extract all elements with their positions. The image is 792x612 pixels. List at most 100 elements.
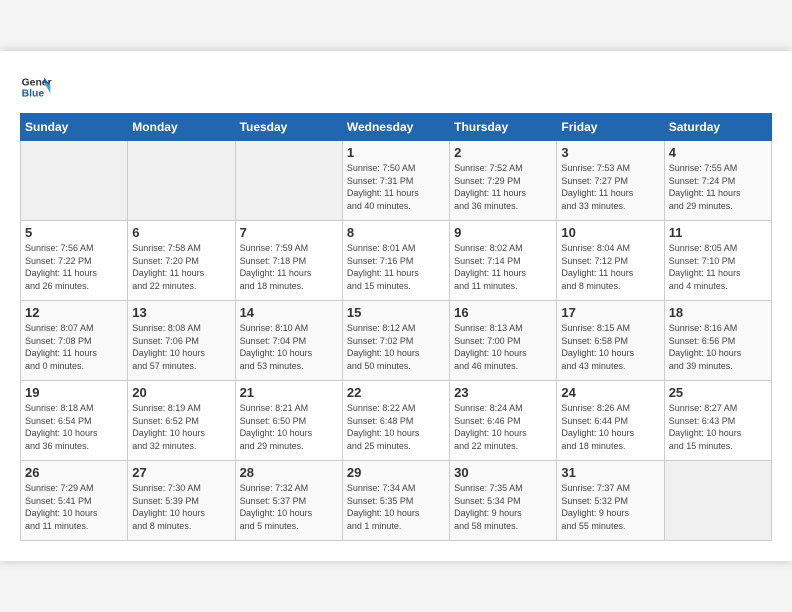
day-number: 10 [561, 225, 659, 240]
day-cell [235, 141, 342, 221]
day-number: 17 [561, 305, 659, 320]
day-number: 12 [25, 305, 123, 320]
day-cell: 12 Sunrise: 8:07 AM Sunset: 7:08 PM Dayli… [21, 301, 128, 381]
day-cell: 22 Sunrise: 8:22 AM Sunset: 6:48 PM Dayli… [342, 381, 449, 461]
day-cell: 20 Sunrise: 8:19 AM Sunset: 6:52 PM Dayli… [128, 381, 235, 461]
day-info: Sunrise: 8:16 AM Sunset: 6:56 PM Dayligh… [669, 322, 767, 372]
day-cell: 8 Sunrise: 8:01 AM Sunset: 7:16 PM Daylig… [342, 221, 449, 301]
day-cell: 5 Sunrise: 7:56 AM Sunset: 7:22 PM Daylig… [21, 221, 128, 301]
weekday-header-thursday: Thursday [450, 114, 557, 141]
day-number: 1 [347, 145, 445, 160]
day-cell: 28 Sunrise: 7:32 AM Sunset: 5:37 PM Dayli… [235, 461, 342, 541]
day-number: 29 [347, 465, 445, 480]
day-info: Sunrise: 8:01 AM Sunset: 7:16 PM Dayligh… [347, 242, 445, 292]
day-number: 13 [132, 305, 230, 320]
day-cell: 18Sunrise: 8:16 AM Sunset: 6:56 PM Dayli… [664, 301, 771, 381]
day-number: 21 [240, 385, 338, 400]
day-info: Sunrise: 7:32 AM Sunset: 5:37 PM Dayligh… [240, 482, 338, 532]
day-number: 25 [669, 385, 767, 400]
calendar-container: General Blue SundayMondayTuesdayWednesda… [0, 51, 792, 561]
day-info: Sunrise: 7:56 AM Sunset: 7:22 PM Dayligh… [25, 242, 123, 292]
day-number: 4 [669, 145, 767, 160]
weekday-header-row: SundayMondayTuesdayWednesdayThursdayFrid… [21, 114, 772, 141]
day-info: Sunrise: 7:34 AM Sunset: 5:35 PM Dayligh… [347, 482, 445, 532]
logo-icon: General Blue [20, 71, 52, 103]
day-info: Sunrise: 8:02 AM Sunset: 7:14 PM Dayligh… [454, 242, 552, 292]
week-row-3: 12 Sunrise: 8:07 AM Sunset: 7:08 PM Dayli… [21, 301, 772, 381]
day-info: Sunrise: 7:59 AM Sunset: 7:18 PM Dayligh… [240, 242, 338, 292]
day-cell: 6Sunrise: 7:58 AM Sunset: 7:20 PM Daylig… [128, 221, 235, 301]
day-cell: 30Sunrise: 7:35 AM Sunset: 5:34 PM Dayli… [450, 461, 557, 541]
day-cell: 10 Sunrise: 8:04 AM Sunset: 7:12 PM Dayli… [557, 221, 664, 301]
weekday-header-saturday: Saturday [664, 114, 771, 141]
day-number: 9 [454, 225, 552, 240]
week-row-1: 1 Sunrise: 7:50 AM Sunset: 7:31 PM Daylig… [21, 141, 772, 221]
day-number: 14 [240, 305, 338, 320]
svg-text:Blue: Blue [22, 89, 45, 100]
day-cell: 1 Sunrise: 7:50 AM Sunset: 7:31 PM Daylig… [342, 141, 449, 221]
day-info: Sunrise: 8:13 AM Sunset: 7:00 PM Dayligh… [454, 322, 552, 372]
day-cell: 17 Sunrise: 8:15 AM Sunset: 6:58 PM Dayli… [557, 301, 664, 381]
day-info: Sunrise: 8:26 AM Sunset: 6:44 PM Dayligh… [561, 402, 659, 452]
day-info: Sunrise: 8:24 AM Sunset: 6:46 PM Dayligh… [454, 402, 552, 452]
day-cell: 3 Sunrise: 7:53 AM Sunset: 7:27 PM Daylig… [557, 141, 664, 221]
weekday-header-tuesday: Tuesday [235, 114, 342, 141]
day-info: Sunrise: 8:27 AM Sunset: 6:43 PM Dayligh… [669, 402, 767, 452]
day-info: Sunrise: 7:53 AM Sunset: 7:27 PM Dayligh… [561, 162, 659, 212]
day-info: Sunrise: 7:50 AM Sunset: 7:31 PM Dayligh… [347, 162, 445, 212]
day-info: Sunrise: 8:22 AM Sunset: 6:48 PM Dayligh… [347, 402, 445, 452]
calendar-table: SundayMondayTuesdayWednesdayThursdayFrid… [20, 113, 772, 541]
day-info: Sunrise: 8:07 AM Sunset: 7:08 PM Dayligh… [25, 322, 123, 372]
day-cell: 4 Sunrise: 7:55 AM Sunset: 7:24 PM Daylig… [664, 141, 771, 221]
calendar-header: General Blue [20, 71, 772, 103]
day-number: 28 [240, 465, 338, 480]
day-info: Sunrise: 8:21 AM Sunset: 6:50 PM Dayligh… [240, 402, 338, 452]
day-cell: 24 Sunrise: 8:26 AM Sunset: 6:44 PM Dayli… [557, 381, 664, 461]
day-cell: 14 Sunrise: 8:10 AM Sunset: 7:04 PM Dayli… [235, 301, 342, 381]
day-cell: 25 Sunrise: 8:27 AM Sunset: 6:43 PM Dayli… [664, 381, 771, 461]
day-cell [128, 141, 235, 221]
day-number: 27 [132, 465, 230, 480]
day-info: Sunrise: 8:05 AM Sunset: 7:10 PM Dayligh… [669, 242, 767, 292]
day-cell: 21 Sunrise: 8:21 AM Sunset: 6:50 PM Dayli… [235, 381, 342, 461]
day-number: 30 [454, 465, 552, 480]
day-info: Sunrise: 8:18 AM Sunset: 6:54 PM Dayligh… [25, 402, 123, 452]
day-number: 16 [454, 305, 552, 320]
day-info: Sunrise: 7:30 AM Sunset: 5:39 PM Dayligh… [132, 482, 230, 532]
day-number: 20 [132, 385, 230, 400]
day-info: Sunrise: 8:19 AM Sunset: 6:52 PM Dayligh… [132, 402, 230, 452]
day-cell: 13Sunrise: 8:08 AM Sunset: 7:06 PM Dayli… [128, 301, 235, 381]
day-cell: 15 Sunrise: 8:12 AM Sunset: 7:02 PM Dayli… [342, 301, 449, 381]
day-number: 15 [347, 305, 445, 320]
day-number: 8 [347, 225, 445, 240]
day-info: Sunrise: 8:04 AM Sunset: 7:12 PM Dayligh… [561, 242, 659, 292]
day-number: 11 [669, 225, 767, 240]
day-info: Sunrise: 7:29 AM Sunset: 5:41 PM Dayligh… [25, 482, 123, 532]
week-row-5: 26Sunrise: 7:29 AM Sunset: 5:41 PM Dayli… [21, 461, 772, 541]
day-number: 22 [347, 385, 445, 400]
day-cell: 31Sunrise: 7:37 AM Sunset: 5:32 PM Dayli… [557, 461, 664, 541]
day-info: Sunrise: 8:10 AM Sunset: 7:04 PM Dayligh… [240, 322, 338, 372]
weekday-header-wednesday: Wednesday [342, 114, 449, 141]
day-cell: 27 Sunrise: 7:30 AM Sunset: 5:39 PM Dayli… [128, 461, 235, 541]
week-row-2: 5 Sunrise: 7:56 AM Sunset: 7:22 PM Daylig… [21, 221, 772, 301]
day-cell: 19Sunrise: 8:18 AM Sunset: 6:54 PM Dayli… [21, 381, 128, 461]
day-cell: 2Sunrise: 7:52 AM Sunset: 7:29 PM Daylig… [450, 141, 557, 221]
day-number: 24 [561, 385, 659, 400]
day-info: Sunrise: 7:58 AM Sunset: 7:20 PM Dayligh… [132, 242, 230, 292]
day-cell: 23Sunrise: 8:24 AM Sunset: 6:46 PM Dayli… [450, 381, 557, 461]
day-number: 5 [25, 225, 123, 240]
week-row-4: 19Sunrise: 8:18 AM Sunset: 6:54 PM Dayli… [21, 381, 772, 461]
day-info: Sunrise: 7:55 AM Sunset: 7:24 PM Dayligh… [669, 162, 767, 212]
day-number: 3 [561, 145, 659, 160]
weekday-header-monday: Monday [128, 114, 235, 141]
day-number: 2 [454, 145, 552, 160]
weekday-header-friday: Friday [557, 114, 664, 141]
day-cell: 9 Sunrise: 8:02 AM Sunset: 7:14 PM Daylig… [450, 221, 557, 301]
day-info: Sunrise: 8:12 AM Sunset: 7:02 PM Dayligh… [347, 322, 445, 372]
day-number: 7 [240, 225, 338, 240]
day-info: Sunrise: 8:15 AM Sunset: 6:58 PM Dayligh… [561, 322, 659, 372]
day-cell [21, 141, 128, 221]
weekday-header-sunday: Sunday [21, 114, 128, 141]
day-info: Sunrise: 7:37 AM Sunset: 5:32 PM Dayligh… [561, 482, 659, 532]
